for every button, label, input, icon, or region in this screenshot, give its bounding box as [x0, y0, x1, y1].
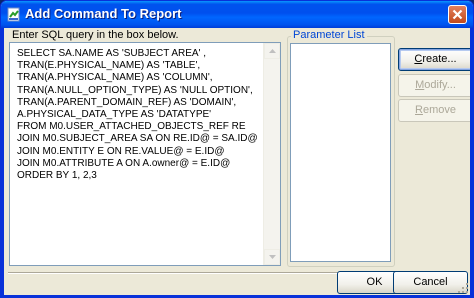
sql-line: TRAN(A.NULL_OPTION_TYPE) AS 'NULL OPTION… [17, 84, 253, 96]
window-frame-right [470, 28, 473, 297]
remove-button[interactable]: Remove [398, 99, 473, 122]
dialog-body: Enter SQL query in the box below. SELECT… [4, 28, 473, 295]
sql-line: FROM M0.USER_ATTACHED_OBJECTS_REF RE [17, 121, 246, 133]
resize-grip-icon[interactable] [457, 282, 469, 294]
parameter-listbox[interactable] [290, 43, 391, 262]
vertical-scrollbar[interactable] [263, 43, 280, 265]
window-frame-left [1, 28, 4, 297]
create-button[interactable]: Create... [398, 48, 473, 71]
sql-line: SELECT SA.NAME AS 'SUBJECT AREA' , [17, 48, 207, 59]
parameter-list-legend: Parameter List [291, 29, 367, 41]
sql-line: JOIN M0.SUBJECT_AREA SA ON RE.ID@ = SA.I… [17, 133, 258, 145]
window-title: Add Command To Report [25, 6, 182, 21]
sql-line: JOIN M0.ENTITY E ON RE.VALUE@ = E.ID@ [17, 145, 225, 157]
modify-button[interactable]: Modify... [398, 74, 473, 97]
title-bar[interactable]: Add Command To Report [1, 1, 473, 28]
sql-line: JOIN M0.ATTRIBUTE A ON A.owner@ = E.ID@ [17, 157, 231, 169]
add-command-dialog: Add Command To Report Enter SQL query in… [0, 0, 474, 298]
scroll-up-button[interactable] [264, 43, 280, 59]
sql-line: ORDER BY 1, 2,3 [17, 170, 97, 182]
sql-line: TRAN(A.PARENT_DOMAIN_REF) AS 'DOMAIN', [17, 96, 237, 108]
sql-line: A.PHYSICAL_DATA_TYPE AS 'DATATYPE' [17, 109, 212, 121]
app-icon [7, 7, 20, 22]
close-button[interactable] [448, 5, 467, 24]
arrow-down-icon [269, 255, 276, 259]
sql-query-textarea[interactable]: SELECT SA.NAME AS 'SUBJECT AREA' , TRAN(… [9, 42, 281, 266]
sql-prompt-label: Enter SQL query in the box below. [12, 29, 179, 41]
sql-query-text: SELECT SA.NAME AS 'SUBJECT AREA' , TRAN(… [17, 48, 258, 182]
close-icon [452, 9, 463, 20]
arrow-up-icon [269, 49, 276, 53]
sql-line: TRAN(E.PHYSICAL_NAME) AS 'TABLE', [17, 60, 201, 72]
sql-line: TRAN(A.PHYSICAL_NAME) AS 'COLUMN', [17, 72, 213, 84]
scroll-down-button[interactable] [264, 249, 280, 265]
